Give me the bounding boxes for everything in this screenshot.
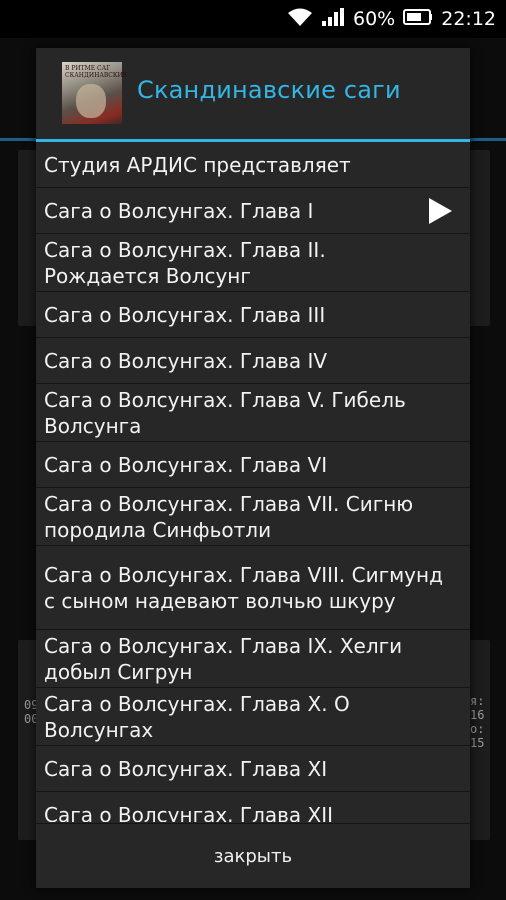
battery-percent: 60% — [353, 8, 396, 30]
close-button[interactable]: закрыть — [36, 824, 470, 888]
list-item[interactable]: Сага о Волсунгах. Глава VIII. Сигмунд с … — [36, 546, 470, 630]
list-item[interactable]: Сага о Волсунгах. Глава III — [36, 292, 470, 338]
list-item[interactable]: Сага о Волсунгах. Глава XI — [36, 746, 470, 792]
list-item-label: Сага о Волсунгах. Глава X. О Волсунгах — [44, 691, 350, 742]
list-item-label: Сага о Волсунгах. Глава V. Гибель Волсун… — [44, 387, 406, 438]
list-item-label: Сага о Волсунгах. Глава XII — [44, 802, 334, 823]
list-item[interactable]: Студия АРДИС представляет — [36, 142, 470, 188]
list-item-label: Сага о Волсунгах. Глава VII. Сигню пород… — [44, 491, 414, 542]
list-item-label: Сага о Волсунгах. Глава IV — [44, 348, 328, 373]
list-item[interactable]: Сага о Волсунгах. Глава IX. Хелги добыл … — [36, 630, 470, 688]
status-icons: 60% 22:12 — [287, 6, 496, 32]
album-cover-text: В РИТМЕ САГ СКАНДИНАВСКИЕ — [65, 65, 128, 79]
list-item-label: Сага о Волсунгах. Глава VIII. Сигмунд с … — [44, 562, 443, 613]
list-item-label: Сага о Волсунгах. Глава II. Рождается Во… — [44, 237, 326, 288]
album-cover-figure — [76, 84, 106, 118]
list-item-label: Сага о Волсунгах. Глава XI — [44, 756, 328, 781]
list-item-label: Сага о Волсунгах. Глава IX. Хелги добыл … — [44, 633, 403, 684]
status-bar: 60% 22:12 — [0, 0, 506, 38]
play-icon[interactable] — [429, 197, 452, 224]
list-item-label: Сага о Волсунгах. Глава I — [44, 198, 314, 223]
list-item[interactable]: Сага о Волсунгах. Глава X. О Волсунгах — [36, 688, 470, 746]
list-item[interactable]: Сага о Волсунгах. Глава I — [36, 188, 470, 234]
signal-icon — [321, 7, 345, 32]
list-item-label: Студия АРДИС представляет — [44, 152, 351, 177]
list-item-label: Сага о Волсунгах. Глава VI — [44, 452, 328, 477]
list-item[interactable]: Сага о Волсунгах. Глава II. Рождается Во… — [36, 234, 470, 292]
list-item[interactable]: Сага о Волсунгах. Глава XII — [36, 792, 470, 823]
dialog-header: В РИТМЕ САГ СКАНДИНАВСКИЕ Скандинавские … — [36, 48, 470, 142]
list-item-label: Сага о Волсунгах. Глава III — [44, 302, 326, 327]
list-item[interactable]: Сага о Волсунгах. Глава VI — [36, 442, 470, 488]
list-item[interactable]: Сага о Волсунгах. Глава V. Гибель Волсун… — [36, 384, 470, 442]
playlist-dialog: В РИТМЕ САГ СКАНДИНАВСКИЕ Скандинавские … — [36, 48, 470, 888]
album-cover-image: В РИТМЕ САГ СКАНДИНАВСКИЕ — [62, 62, 128, 124]
clock: 22:12 — [441, 8, 496, 30]
battery-icon — [403, 8, 433, 31]
list-item[interactable]: Сага о Волсунгах. Глава IV — [36, 338, 470, 384]
wifi-icon — [287, 7, 313, 32]
background-right-text: я: 16 о: 15 — [470, 694, 485, 750]
dialog-title: Скандинавские саги — [137, 76, 401, 104]
list-item[interactable]: Сага о Волсунгах. Глава VII. Сигню пород… — [36, 488, 470, 546]
chapter-list[interactable]: Студия АРДИС представляет Сага о Волсунг… — [36, 142, 470, 822]
dialog-footer: закрыть — [36, 823, 470, 888]
